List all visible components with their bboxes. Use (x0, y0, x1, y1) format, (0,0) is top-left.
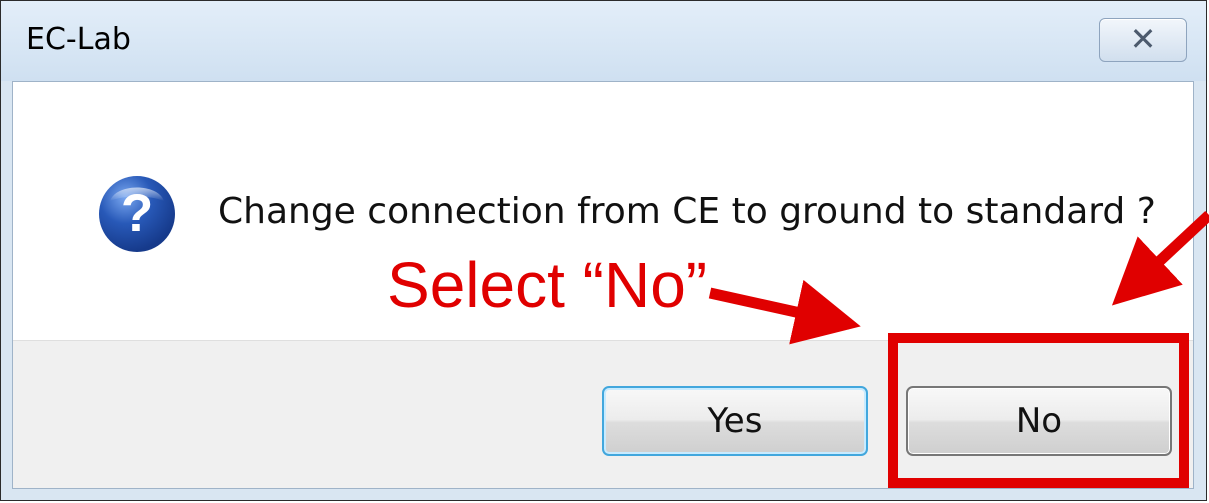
svg-text:?: ? (121, 184, 153, 243)
message-area: ? Change connection from CE to ground to… (13, 82, 1193, 340)
yes-button[interactable]: Yes (602, 386, 868, 456)
question-icon: ? (94, 171, 180, 257)
close-button[interactable]: ✕ (1099, 18, 1187, 62)
button-panel: Yes No (13, 340, 1193, 488)
dialog-client-area: ? Change connection from CE to ground to… (12, 81, 1194, 489)
no-button[interactable]: No (906, 386, 1172, 456)
title-bar: EC-Lab ✕ (1, 1, 1206, 81)
dialog-window: EC-Lab ✕ ? Change connection from CE to … (0, 0, 1207, 501)
close-icon: ✕ (1129, 20, 1157, 58)
window-title: EC-Lab (26, 22, 131, 57)
dialog-message: Change connection from CE to ground to s… (218, 191, 1156, 232)
